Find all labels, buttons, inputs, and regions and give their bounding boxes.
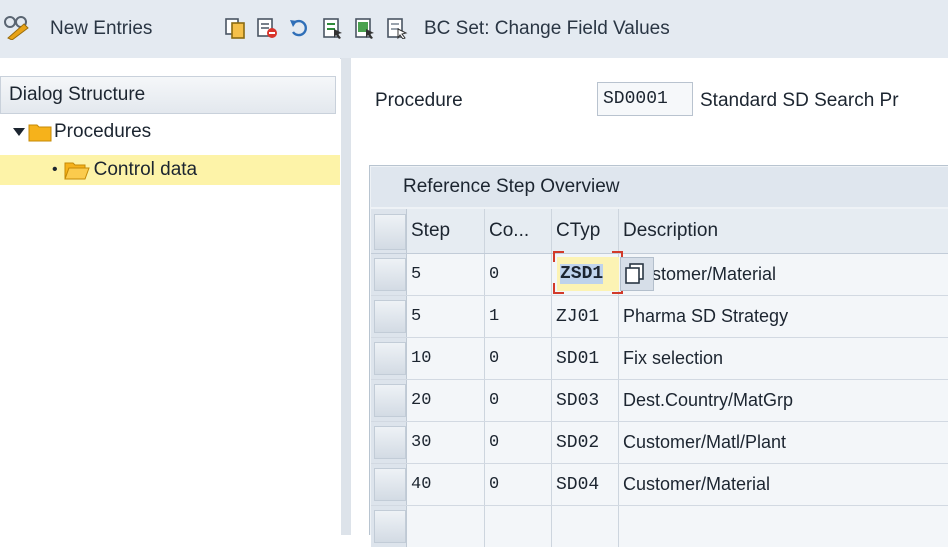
ctyp-selected-text: ZSD1 xyxy=(560,264,604,284)
folder-open-icon xyxy=(63,162,90,180)
counter-cell[interactable]: 0 xyxy=(485,254,552,295)
pane-splitter[interactable] xyxy=(341,58,351,535)
step-cell[interactable]: 5 xyxy=(407,254,485,295)
counter-cell[interactable]: 0 xyxy=(485,422,552,463)
display-change-glasses-icon[interactable] xyxy=(2,14,36,40)
deselect-all-icon[interactable] xyxy=(386,17,408,39)
ctyp-cell[interactable]: SD02 xyxy=(552,422,619,463)
table-row: 5 0 stomer/Material xyxy=(371,254,948,296)
table-row: 5 1 ZJ01 Pharma SD Strategy xyxy=(371,296,948,338)
copy-as-icon[interactable] xyxy=(224,17,246,39)
procedure-description: Standard SD Search Pr xyxy=(700,90,899,111)
bc-set-label: BC Set: Change Field Values xyxy=(424,18,670,39)
table-row: 20 0 SD03 Dest.Country/MatGrp xyxy=(371,380,948,422)
description-cell xyxy=(619,506,948,547)
column-header-step[interactable]: Step xyxy=(407,209,485,253)
step-cell[interactable]: 5 xyxy=(407,296,485,337)
table-row: 10 0 SD01 Fix selection xyxy=(371,338,948,380)
ctyp-cell[interactable]: SD04 xyxy=(552,464,619,505)
step-cell[interactable]: 30 xyxy=(407,422,485,463)
select-all-rows-button[interactable] xyxy=(371,209,407,253)
tree-item-procedures[interactable]: Procedures xyxy=(12,117,151,147)
table-header-row: Step Co... CTyp Description xyxy=(371,209,948,254)
table-row: 40 0 SD04 Customer/Material xyxy=(371,464,948,506)
focused-ctyp-cell[interactable]: ZSD1 xyxy=(553,251,625,294)
ctyp-cell[interactable]: SD03 xyxy=(552,380,619,421)
row-selector[interactable] xyxy=(371,380,407,421)
bc-set-change-field-values-button[interactable]: BC Set: Change Field Values xyxy=(424,14,670,44)
description-cell: Fix selection xyxy=(619,338,948,379)
table-title: Reference Step Overview xyxy=(371,167,948,207)
dialog-structure-header: Dialog Structure xyxy=(0,76,336,114)
description-cell: Dest.Country/MatGrp xyxy=(619,380,948,421)
select-block-icon[interactable] xyxy=(354,17,376,39)
ctyp-cell[interactable] xyxy=(552,506,619,547)
ctyp-cell[interactable]: ZJ01 xyxy=(552,296,619,337)
description-cell: Customer/Material xyxy=(619,464,948,505)
column-header-ctyp[interactable]: CTyp xyxy=(552,209,619,253)
delete-rows-icon[interactable] xyxy=(256,17,278,39)
row-selector[interactable] xyxy=(371,506,407,547)
tree-item-label: Control data xyxy=(93,159,198,180)
ctyp-input[interactable]: ZSD1 xyxy=(557,257,619,291)
folder-closed-icon xyxy=(28,124,52,142)
focus-corner-top-left xyxy=(553,251,564,262)
counter-cell[interactable]: 1 xyxy=(485,296,552,337)
column-header-description[interactable]: Description xyxy=(619,209,948,253)
table-row-empty xyxy=(371,506,948,547)
undo-icon[interactable] xyxy=(288,17,310,39)
row-selector[interactable] xyxy=(371,464,407,505)
procedure-label: Procedure xyxy=(375,90,463,111)
copy-icon xyxy=(625,263,644,284)
select-all-icon[interactable] xyxy=(322,17,344,39)
row-selector[interactable] xyxy=(371,296,407,337)
counter-cell[interactable]: 0 xyxy=(485,464,552,505)
tree-item-label: Procedures xyxy=(54,121,152,142)
step-cell[interactable]: 20 xyxy=(407,380,485,421)
step-cell[interactable] xyxy=(407,506,485,547)
focus-corner-bottom-left xyxy=(553,283,564,294)
tree-item-control-data[interactable]: • Control data xyxy=(0,155,340,185)
description-cell: Pharma SD Strategy xyxy=(619,296,948,337)
value-help-button[interactable] xyxy=(620,257,654,291)
procedure-field[interactable]: SD0001 xyxy=(597,82,693,116)
description-cell: Customer/Matl/Plant xyxy=(619,422,948,463)
row-selector[interactable] xyxy=(371,338,407,379)
column-header-co[interactable]: Co... xyxy=(485,209,552,253)
step-cell[interactable]: 10 xyxy=(407,338,485,379)
step-cell[interactable]: 40 xyxy=(407,464,485,505)
ctyp-cell[interactable]: SD01 xyxy=(552,338,619,379)
bullet-icon: • xyxy=(52,161,58,178)
row-selector[interactable] xyxy=(371,254,407,295)
counter-cell[interactable] xyxy=(485,506,552,547)
new-entries-button[interactable]: New Entries xyxy=(50,14,152,44)
application-toolbar: New Entries BC Set: Change Field Values xyxy=(0,0,948,59)
row-selector[interactable] xyxy=(371,422,407,463)
counter-cell[interactable]: 0 xyxy=(485,380,552,421)
expand-triangle-icon[interactable] xyxy=(12,125,26,139)
description-cell: stomer/Material xyxy=(619,254,948,295)
table-row: 30 0 SD02 Customer/Matl/Plant xyxy=(371,422,948,464)
counter-cell[interactable]: 0 xyxy=(485,338,552,379)
new-entries-label: New Entries xyxy=(50,18,153,39)
